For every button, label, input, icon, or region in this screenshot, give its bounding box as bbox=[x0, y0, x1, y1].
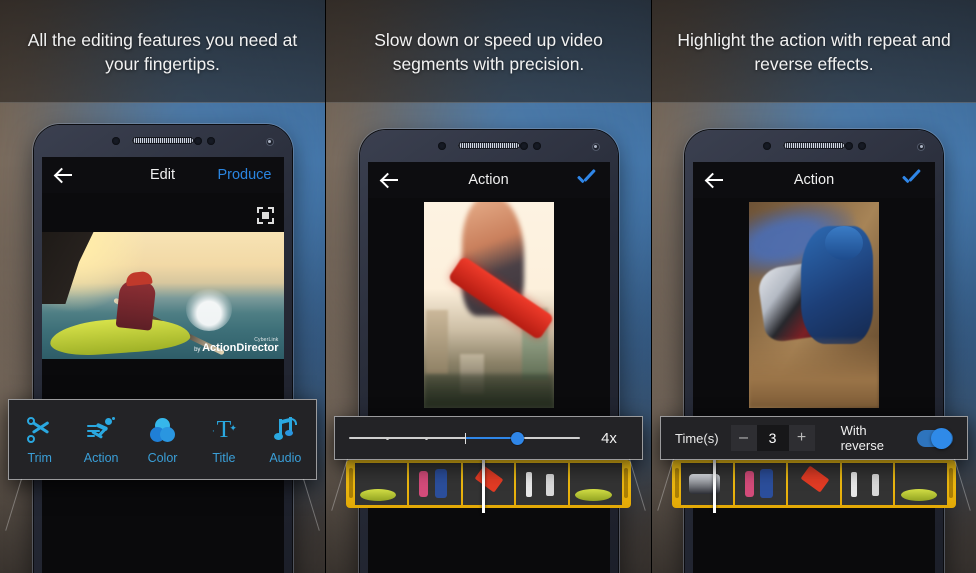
back-arrow-icon[interactable] bbox=[705, 170, 725, 190]
with-reverse-label: With reverse bbox=[840, 423, 884, 453]
promo-panel-1: All the editing features you need at you… bbox=[0, 0, 325, 573]
sensor-dot-icon bbox=[858, 142, 866, 150]
filmstrip-thumb bbox=[788, 463, 840, 505]
caption-band-3: Highlight the action with repeat and rev… bbox=[652, 0, 976, 103]
filmstrip-2[interactable] bbox=[346, 460, 631, 508]
tool-label-trim: Trim bbox=[27, 450, 52, 465]
preview-frame-kayak: CyberLink by ActionDirector bbox=[41, 232, 284, 359]
trim-handle-right[interactable] bbox=[949, 468, 953, 498]
speed-value: 4x bbox=[601, 429, 617, 447]
caption-text-1: All the editing features you need at you… bbox=[27, 29, 298, 74]
scissors-icon bbox=[26, 416, 53, 443]
sensor-dot-icon bbox=[111, 137, 120, 145]
phone-top-bezel bbox=[34, 125, 292, 157]
trim-handle-left[interactable] bbox=[675, 468, 679, 498]
filmstrip-thumb bbox=[681, 463, 733, 505]
sensor-dot-icon bbox=[519, 142, 528, 150]
promo-panel-2: Slow down or speed up video segments wit… bbox=[326, 0, 651, 573]
checkmark-icon[interactable] bbox=[576, 172, 598, 188]
caption-text-3: Highlight the action with repeat and rev… bbox=[677, 29, 951, 74]
trim-handle-right[interactable] bbox=[624, 468, 628, 498]
tool-bar-callout: Trim Action Color · T ✦ Title Audio bbox=[8, 399, 317, 480]
tool-label-color: Color bbox=[147, 450, 178, 465]
preview-frame-skateboard bbox=[423, 202, 554, 408]
tool-label-audio: Audio bbox=[269, 450, 302, 465]
caption-text-2: Slow down or speed up video segments wit… bbox=[374, 29, 603, 74]
phone-top-bezel bbox=[685, 130, 943, 162]
phone-screen-1: Edit Produce CyberLink by ActionDirector bbox=[41, 157, 284, 573]
checkmark-icon[interactable] bbox=[901, 172, 923, 188]
sensor-dot-icon bbox=[532, 142, 541, 150]
promo-screenshot-strip: All the editing features you need at you… bbox=[0, 0, 976, 573]
caption-band-1: All the editing features you need at you… bbox=[0, 0, 325, 103]
earpiece-speaker-icon bbox=[783, 142, 845, 149]
promo-panel-3: Highlight the action with repeat and rev… bbox=[652, 0, 976, 573]
app-bar-1: Edit Produce bbox=[41, 157, 284, 193]
video-preview-3[interactable] bbox=[693, 198, 935, 408]
sensor-dot-icon bbox=[206, 137, 215, 145]
tool-trim[interactable]: Trim bbox=[9, 415, 70, 465]
music-note-icon bbox=[272, 416, 298, 443]
front-camera-icon bbox=[265, 138, 274, 146]
decrement-button[interactable]: – bbox=[730, 425, 757, 451]
tool-audio[interactable]: Audio bbox=[255, 415, 316, 465]
increment-button[interactable]: + bbox=[788, 425, 815, 451]
filmstrip-thumb bbox=[355, 463, 407, 505]
video-preview-2[interactable] bbox=[367, 198, 610, 408]
front-camera-icon bbox=[591, 143, 600, 151]
back-arrow-icon[interactable] bbox=[380, 170, 400, 190]
trim-handle-left[interactable] bbox=[349, 468, 353, 498]
filmstrip-thumb bbox=[734, 463, 787, 505]
sensor-dot-icon bbox=[193, 137, 202, 145]
preview-frame-motocross bbox=[749, 202, 879, 408]
sensor-dot-icon bbox=[845, 142, 853, 150]
speed-callout: 4x bbox=[334, 416, 643, 460]
tool-action[interactable]: Action bbox=[70, 415, 131, 465]
filmstrip-thumb bbox=[516, 463, 569, 505]
color-circles-icon bbox=[149, 417, 176, 442]
sensor-dot-icon bbox=[437, 142, 446, 150]
tool-title[interactable]: · T ✦ Title bbox=[193, 415, 254, 465]
back-arrow-icon[interactable] bbox=[54, 165, 74, 185]
filmstrip-thumb bbox=[462, 463, 515, 505]
filmstrip-thumb bbox=[895, 463, 947, 505]
phone-mockup-1: Edit Produce CyberLink by ActionDirector bbox=[33, 125, 292, 573]
app-bar-2: Action bbox=[367, 162, 610, 198]
app-bar-3: Action bbox=[693, 162, 935, 198]
app-bar-title: Action bbox=[468, 172, 509, 188]
watermark: CyberLink by ActionDirector bbox=[194, 337, 278, 356]
tool-color[interactable]: Color bbox=[132, 415, 193, 465]
times-value: 3 bbox=[756, 425, 789, 451]
playhead-3[interactable] bbox=[713, 455, 716, 513]
times-label: Time(s) bbox=[675, 430, 719, 446]
watermark-product: ActionDirector bbox=[202, 342, 279, 354]
front-camera-icon bbox=[917, 143, 925, 151]
speed-slider[interactable] bbox=[349, 430, 580, 446]
app-bar-title: Action bbox=[793, 172, 835, 188]
filmstrip-thumb bbox=[841, 463, 894, 505]
with-reverse-toggle[interactable] bbox=[917, 427, 953, 449]
earpiece-speaker-icon bbox=[131, 137, 194, 144]
sensor-dot-icon bbox=[763, 142, 771, 150]
phone-screen-2: Action bbox=[367, 162, 610, 573]
runner-icon bbox=[87, 416, 116, 443]
produce-button[interactable]: Produce bbox=[217, 167, 271, 183]
filmstrip-thumb bbox=[570, 463, 622, 505]
tool-label-title: Title bbox=[212, 450, 236, 465]
caption-band-2: Slow down or speed up video segments wit… bbox=[326, 0, 651, 103]
phone-screen-3: Action Time(s) bbox=[693, 162, 935, 573]
video-preview-1[interactable]: CyberLink by ActionDirector bbox=[41, 193, 284, 359]
times-stepper[interactable]: – 3 + bbox=[730, 425, 815, 451]
text-title-icon: · T ✦ bbox=[211, 416, 237, 443]
earpiece-speaker-icon bbox=[457, 142, 520, 149]
watermark-by: by bbox=[194, 347, 203, 353]
tool-label-action: Action bbox=[83, 450, 119, 465]
phone-top-bezel bbox=[360, 130, 618, 162]
playhead-2[interactable] bbox=[482, 455, 485, 513]
repeat-callout: Time(s) – 3 + With reverse bbox=[660, 416, 968, 460]
fullscreen-icon[interactable] bbox=[256, 207, 274, 224]
filmstrip-thumb bbox=[408, 463, 461, 505]
